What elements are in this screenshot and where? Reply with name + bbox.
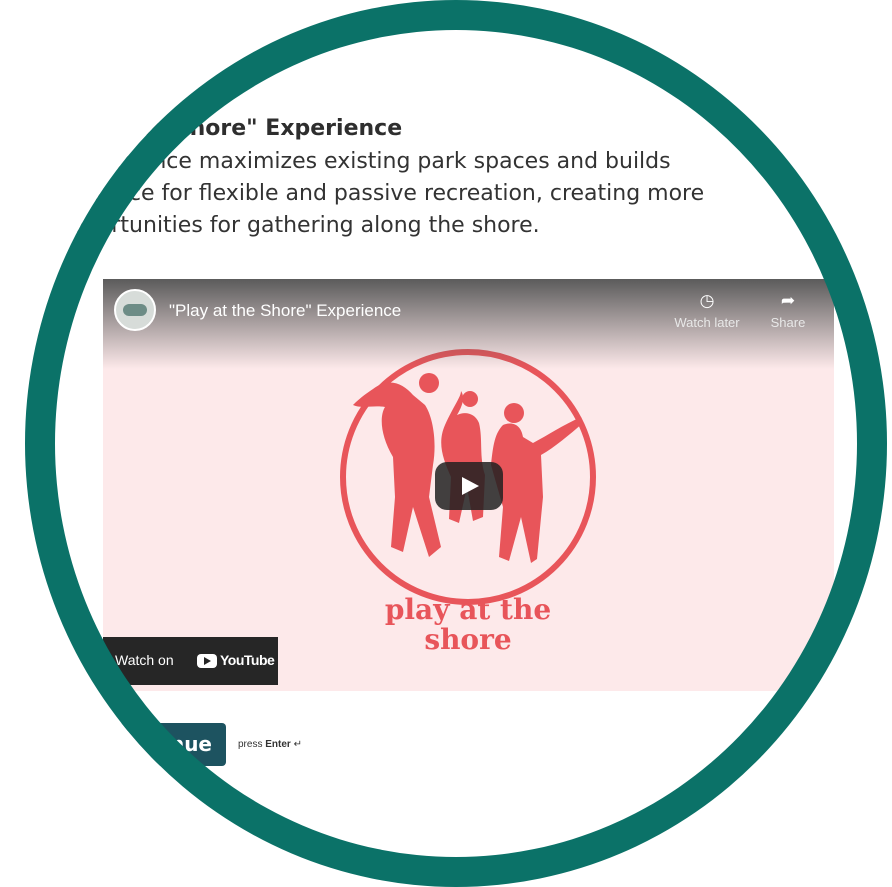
- description-line: v space for flexible and passive recreat…: [70, 181, 705, 206]
- watch-on-youtube-button[interactable]: Watch on YouTube: [103, 637, 278, 685]
- share-label: Share: [770, 315, 806, 330]
- video-player[interactable]: "Play at the Shore" Experience ◷ Watch l…: [103, 279, 834, 691]
- youtube-wordmark: YouTube: [220, 652, 275, 668]
- channel-avatar-icon[interactable]: [114, 289, 156, 331]
- page: y at the Shore" Experience experience ma…: [0, 0, 892, 887]
- content-area: y at the Shore" Experience experience ma…: [25, 0, 887, 887]
- share-arrow-icon: ➦: [780, 291, 796, 310]
- play-button[interactable]: [435, 462, 503, 510]
- watch-later-label: Watch later: [674, 315, 740, 330]
- logo-line-2: shore: [424, 623, 512, 656]
- video-title-link[interactable]: "Play at the Shore" Experience: [169, 301, 401, 321]
- description-line: experience maximizes existing park space…: [70, 149, 671, 174]
- enter-key-icon: ↵: [293, 739, 302, 750]
- hint-key: Enter: [265, 739, 291, 750]
- clock-icon: ◷: [699, 291, 715, 310]
- keyboard-hint: press Enter ↵: [238, 739, 302, 750]
- circular-frame: y at the Shore" Experience experience ma…: [25, 0, 887, 887]
- logo-wordmark: play at the shore: [293, 595, 643, 655]
- share-button[interactable]: ➦ Share: [763, 291, 813, 330]
- section-title: y at the Shore" Experience: [70, 116, 403, 141]
- logo-line-1: play at the: [384, 593, 552, 626]
- youtube-logo-icon: [197, 654, 217, 668]
- continue-button[interactable]: inue: [112, 723, 226, 766]
- watch-on-label: Watch on: [115, 652, 174, 668]
- watch-later-button[interactable]: ◷ Watch later: [669, 291, 745, 330]
- section-description: experience maximizes existing park space…: [70, 146, 830, 242]
- hint-prefix: press: [238, 739, 263, 750]
- description-line: pportunities for gathering along the sho…: [70, 213, 540, 238]
